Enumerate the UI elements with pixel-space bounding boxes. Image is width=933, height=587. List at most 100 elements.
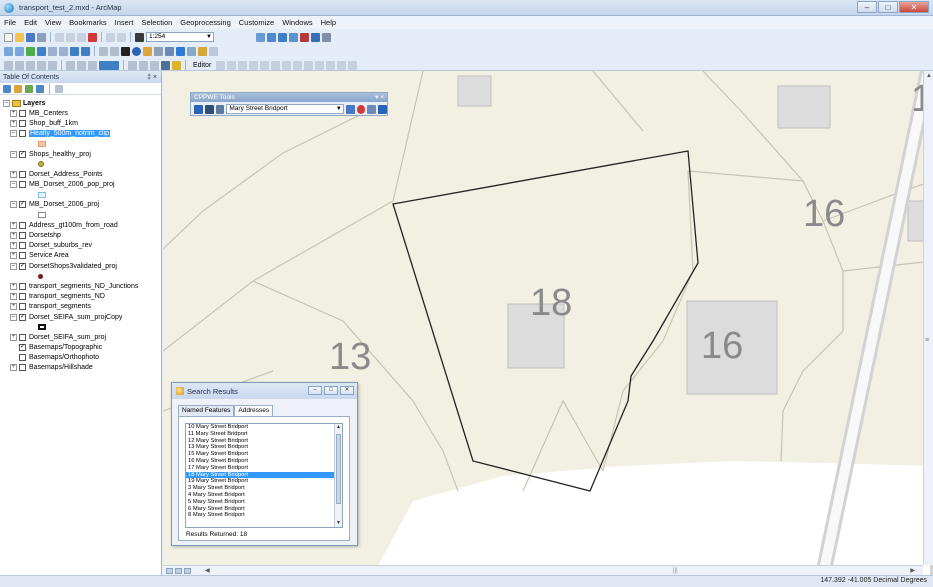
- scroll-grip-icon[interactable]: |||: [673, 568, 678, 574]
- layer-row[interactable]: + Service Area: [0, 251, 161, 261]
- catalog-icon[interactable]: [278, 32, 287, 42]
- results-scrollbar[interactable]: ▲ ▼: [334, 424, 342, 527]
- scroll-up-icon[interactable]: ▲: [926, 73, 932, 79]
- layer-label[interactable]: transport_segments_ND: [29, 293, 105, 300]
- scroll-grip-icon[interactable]: ≡: [925, 337, 929, 344]
- result-list-item[interactable]: 13 Mary Street Bridport: [186, 444, 342, 451]
- collapse-icon[interactable]: –: [10, 313, 17, 321]
- back-extent-icon[interactable]: [70, 46, 79, 56]
- collapse-icon[interactable]: –: [10, 130, 17, 138]
- menu-geoprocessing[interactable]: Geoprocessing: [180, 18, 230, 27]
- map-scale-combobox[interactable]: 1:254 ▼: [146, 32, 214, 42]
- layer-visibility-checkbox[interactable]: [19, 130, 26, 138]
- layer-row[interactable]: + MB_Centers: [0, 108, 161, 118]
- result-list-item[interactable]: 18 Mary Street Bridport: [186, 471, 342, 479]
- layer-visibility-checkbox[interactable]: [19, 232, 26, 240]
- layer-label[interactable]: Dorset_SEIFA_sum_projCopy: [29, 314, 122, 321]
- color-picker-icon[interactable]: [99, 60, 119, 70]
- layer-tool-icon[interactable]: [37, 60, 46, 70]
- edit-tool-icon[interactable]: [315, 60, 325, 70]
- layer-row[interactable]: + Basemaps/Hillshade: [0, 363, 161, 373]
- cut-icon[interactable]: [55, 32, 64, 42]
- menu-customize[interactable]: Customize: [239, 18, 274, 27]
- list-by-source-icon[interactable]: [14, 84, 22, 93]
- results-window-icon[interactable]: [204, 104, 214, 114]
- search-window-icon[interactable]: [289, 32, 298, 42]
- layer-symbol-swatch[interactable]: [38, 161, 44, 168]
- menu-edit[interactable]: Edit: [24, 18, 37, 27]
- collapse-icon[interactable]: –: [10, 181, 17, 189]
- scroll-down-icon[interactable]: ▼: [335, 520, 342, 527]
- table-of-contents-icon[interactable]: [267, 32, 276, 42]
- result-list-item[interactable]: 17 Mary Street Bridport: [186, 465, 342, 472]
- tab-named-features[interactable]: Named Features: [178, 405, 235, 416]
- layer-visibility-checkbox[interactable]: ✓: [19, 262, 26, 270]
- expand-icon[interactable]: +: [10, 333, 17, 341]
- result-list-item[interactable]: 19 Mary Street Bridport: [186, 478, 342, 485]
- layer-row[interactable]: +✓Basemaps/Topographic: [0, 343, 161, 353]
- georef-icon[interactable]: [4, 60, 13, 70]
- tab-addresses[interactable]: Addresses: [234, 405, 274, 416]
- result-list-item[interactable]: 8 Mary Street Bridport: [186, 512, 342, 519]
- new-document-icon[interactable]: [4, 32, 13, 42]
- expand-icon[interactable]: +: [10, 293, 17, 301]
- layer-visibility-checkbox[interactable]: [19, 303, 26, 311]
- go-to-xy-icon[interactable]: [198, 46, 207, 56]
- print-icon[interactable]: [37, 32, 46, 42]
- layer-tool-icon[interactable]: [15, 60, 24, 70]
- maximize-button[interactable]: □: [878, 1, 898, 13]
- cppwe-titlebar[interactable]: CPPWE Tools ▾ ×: [191, 93, 387, 102]
- layer-row[interactable]: – MB_Dorset_2006_pop_proj: [0, 180, 161, 190]
- layer-tool-icon[interactable]: [77, 60, 86, 70]
- collapse-icon[interactable]: –: [10, 150, 17, 158]
- hyperlink-icon[interactable]: [143, 46, 152, 56]
- layer-label[interactable]: Service Area: [29, 252, 69, 259]
- zoom-in-icon[interactable]: [4, 46, 13, 56]
- table-icon[interactable]: [367, 104, 377, 114]
- layer-symbol-swatch[interactable]: [38, 324, 46, 331]
- layer-label[interactable]: Healty_500m_notrim_clip: [28, 129, 111, 139]
- arctoolbox-icon[interactable]: [300, 32, 309, 42]
- layer-symbol-swatch[interactable]: [38, 191, 46, 198]
- layer-visibility-checkbox[interactable]: ✓: [19, 150, 26, 158]
- menu-help[interactable]: Help: [321, 18, 336, 27]
- dropdown-arrow-icon[interactable]: ▼: [336, 105, 342, 113]
- editor-toolbar-icon[interactable]: [256, 32, 265, 42]
- layer-symbol-swatch[interactable]: [38, 212, 46, 219]
- result-list-item[interactable]: 10 Mary Street Bridport: [186, 424, 342, 431]
- address-search-icon[interactable]: [194, 104, 203, 114]
- layer-row[interactable]: + Dorsetshp: [0, 230, 161, 240]
- layer-visibility-checkbox[interactable]: [19, 119, 26, 127]
- refresh-icon[interactable]: [184, 567, 191, 574]
- close-button[interactable]: ✕: [340, 386, 354, 395]
- layout-view-icon[interactable]: [175, 567, 182, 574]
- result-list-item[interactable]: 11 Mary Street Bridport: [186, 431, 342, 438]
- expand-icon[interactable]: +: [10, 232, 17, 240]
- layer-label[interactable]: Basemaps/Orthophoto: [29, 354, 99, 361]
- collapse-icon[interactable]: –: [3, 99, 10, 107]
- expand-icon[interactable]: +: [10, 221, 17, 229]
- layer-visibility-checkbox[interactable]: [19, 354, 26, 362]
- layer-visibility-checkbox[interactable]: ✓: [19, 201, 26, 209]
- find-route-icon[interactable]: [187, 46, 196, 56]
- layer-row[interactable]: + Address_gt100m_from_road: [0, 220, 161, 230]
- edit-tool-icon[interactable]: [337, 60, 347, 70]
- edit-tool-icon[interactable]: [216, 60, 226, 70]
- measure-icon[interactable]: [165, 46, 174, 56]
- edit-tool-icon[interactable]: [293, 60, 303, 70]
- layer-tool-icon[interactable]: [66, 60, 75, 70]
- layer-row[interactable]: – ✓ Shops_healthy_proj: [0, 149, 161, 159]
- layer-label[interactable]: Shops_healthy_proj: [29, 151, 91, 158]
- street-locator-icon[interactable]: [215, 104, 225, 114]
- edit-tool-icon[interactable]: [260, 60, 270, 70]
- list-by-drawing-order-icon[interactable]: [3, 84, 11, 93]
- expand-icon[interactable]: +: [10, 364, 17, 372]
- address-combobox[interactable]: Mary Street Bridport ▼: [226, 104, 344, 114]
- layer-label[interactable]: MB_Centers: [29, 110, 68, 117]
- result-list-item[interactable]: 6 Mary Street Bridport: [186, 506, 342, 513]
- forward-extent-icon[interactable]: [81, 46, 90, 56]
- layer-tool-icon[interactable]: [128, 60, 137, 70]
- model-builder-icon[interactable]: [322, 32, 331, 42]
- layer-row[interactable]: – ✓ MB_Dorset_2006_proj: [0, 200, 161, 210]
- cppwe-tools-toolbar[interactable]: CPPWE Tools ▾ × Mary Street Bridport ▼: [190, 92, 388, 116]
